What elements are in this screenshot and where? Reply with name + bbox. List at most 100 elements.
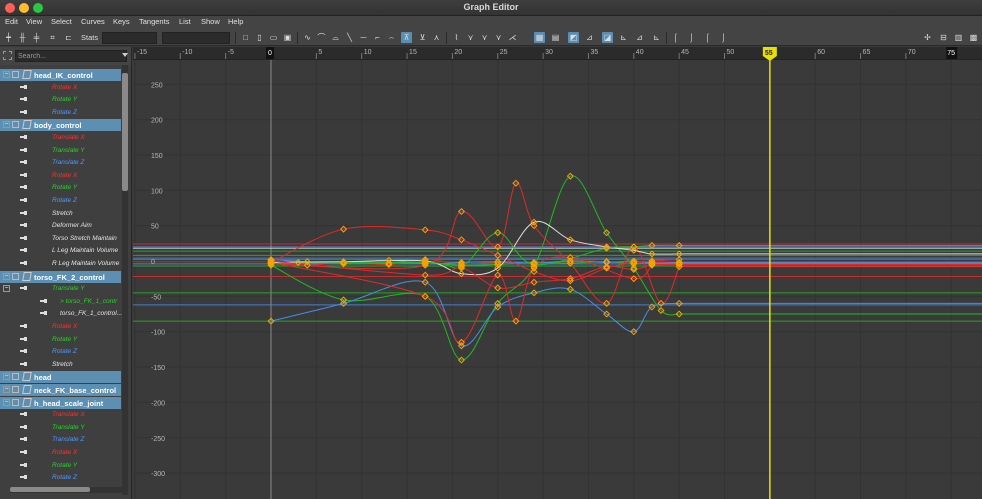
outliner-attribute-row[interactable]: Stretch [0,359,121,371]
linear-infinity-icon[interactable]: ⌡ [686,32,697,43]
stats-field-value[interactable] [162,32,230,44]
move-view-icon[interactable]: ✢ [922,32,933,43]
normalize-curves-icon[interactable]: ⋎ [493,32,504,43]
denormalize-curves-icon[interactable]: ⋌ [507,32,518,43]
outliner-node-row[interactable]: − h_head_scale_joint [0,396,121,409]
constant-infinity-icon[interactable]: ⌠ [670,32,681,43]
menu-help[interactable]: Help [228,17,243,26]
filter-icon[interactable] [3,51,12,60]
frame-selection-icon[interactable]: ▯ [254,32,265,43]
step-tangent-icon[interactable]: ⌐ [372,32,383,43]
outliner-attribute-row[interactable]: Stretch [0,208,121,220]
chevron-down-icon[interactable] [122,53,128,57]
outliner-node-row[interactable]: − head [0,371,121,384]
region-tool-icon[interactable]: ⌗ [47,32,58,43]
menu-tangents[interactable]: Tangents [139,17,169,26]
free-tangent-weight-icon[interactable]: ⋏ [431,32,442,43]
outliner-attribute-row[interactable]: − Translate Y [0,283,121,295]
outliner-attribute-row[interactable]: Translate Y [0,422,121,434]
menu-select[interactable]: Select [51,17,72,26]
auto-tangent-icon[interactable]: ∿ [302,32,313,43]
outliner-node-row[interactable]: − neck_FK_base_control [0,384,121,396]
outliner-attribute-row[interactable]: > torso_FK_1_contr [0,296,121,308]
collapse-toggle-icon[interactable]: − [3,386,10,393]
visibility-toggle-icon[interactable] [12,121,19,129]
spline-tangent-icon[interactable]: ⌒ [316,32,327,43]
visibility-toggle-icon[interactable] [12,398,19,406]
clamped-tangent-icon[interactable]: ⌓ [330,32,341,43]
unify-tangents-icon[interactable]: ⊻ [417,32,428,43]
outliner-attribute-row[interactable]: Deformer Aim [0,220,121,232]
visibility-toggle-icon[interactable] [12,71,19,78]
collapse-toggle-icon[interactable]: − [3,121,10,129]
outliner-attribute-row[interactable]: Rotate Z [0,195,121,207]
break-tangents-icon[interactable]: ⊼ [401,32,412,43]
visibility-toggle-icon[interactable] [12,272,19,280]
menu-edit[interactable]: Edit [5,17,18,26]
outliner-attribute-row[interactable]: Translate X [0,409,121,421]
value-snap-icon[interactable]: ⋎ [479,32,490,43]
collapse-toggle-icon[interactable]: − [3,373,10,381]
show-infinity-icon[interactable]: ◩ [568,32,579,43]
oscillate-infinity-icon[interactable]: ⌡ [718,32,729,43]
flat-tangent-icon[interactable]: ─ [358,32,369,43]
curve-offset-icon[interactable]: ⊾ [618,32,629,43]
graph-view[interactable]: 250 200 150 100 50 0 -50 -100 -150 -200 -250 -300 -1… [133,47,982,499]
curve-graph-canvas[interactable]: 250200150100500-50-100-150-200-250-300-1… [133,47,982,499]
plateau-tangent-icon[interactable]: ⌢ [386,32,397,43]
linear-tangent-icon[interactable]: ╲ [344,32,355,43]
pre-infinity-cycle-icon[interactable]: ⊿ [584,32,595,43]
collapse-toggle-icon[interactable]: − [3,398,10,406]
visibility-toggle-icon[interactable] [12,373,19,381]
outliner-node-row[interactable]: − torso_FK_2_control [0,270,121,283]
collapse-toggle-icon[interactable]: − [3,71,10,78]
channel-box-icon[interactable]: ▥ [953,32,964,43]
outliner-node-row[interactable]: − body_control [0,119,121,132]
outliner-attribute-row[interactable]: Translate Y [0,145,121,157]
menu-view[interactable]: View [26,17,42,26]
move-key-tool-icon[interactable]: ┿ [3,32,14,43]
outliner-attribute-row[interactable]: Translate Z [0,157,121,169]
menu-list[interactable]: List [179,17,191,26]
lock-tangent-weight-icon[interactable]: ⌇ [451,32,462,43]
insert-key-tool-icon[interactable]: ╫ [17,32,28,43]
outliner-attribute-row[interactable]: Rotate X [0,82,121,94]
post-infinity-cycle-icon[interactable]: ◪ [602,32,613,43]
stacked-curves-icon[interactable]: ▦ [534,32,545,43]
collapse-toggle-icon[interactable]: − [3,285,10,293]
outliner-attribute-row[interactable]: Rotate Y [0,94,121,106]
cycle-with-offset-icon[interactable]: ⊿ [634,32,645,43]
outliner-attribute-row[interactable]: Rotate Z [0,472,121,484]
outliner-attribute-row[interactable]: Rotate Y [0,334,121,346]
center-current-time-icon[interactable]: ▣ [282,32,293,43]
frame-playback-icon[interactable]: ▭ [268,32,279,43]
outliner-attribute-row[interactable]: R Leg Maintain Volume [0,258,121,270]
outliner-scroll-thumb[interactable] [122,73,128,191]
lattice-deform-icon[interactable]: ╪ [31,32,42,43]
menu-curves[interactable]: Curves [81,17,105,26]
frame-all-icon[interactable]: □ [240,32,251,43]
stats-field-frame[interactable] [102,32,157,44]
collapse-toggle-icon[interactable]: − [3,272,10,280]
retime-tool-icon[interactable]: ⊏ [63,32,74,43]
panel-layout-icon[interactable]: ▩ [968,32,979,43]
outliner-attribute-row[interactable]: Rotate Z [0,346,121,358]
outliner-attribute-row[interactable]: Translate X [0,132,121,144]
outliner-attribute-row[interactable]: Rotate Y [0,460,121,472]
outliner-node-row[interactable]: − head_IK_control [0,69,121,81]
outliner-attribute-row[interactable]: Rotate X [0,321,121,333]
key-stats-icon[interactable]: ⊟ [938,32,949,43]
outliner-attribute-row[interactable]: Rotate Y [0,182,121,194]
outliner-attribute-row[interactable]: Torso Stretch Maintain [0,233,121,245]
time-ruler[interactable] [133,47,982,59]
outliner-search-input[interactable] [15,50,127,62]
menu-show[interactable]: Show [201,17,220,26]
outliner-attribute-row[interactable]: Translate Z [0,434,121,446]
visibility-toggle-icon[interactable] [12,386,19,393]
oscillate-icon[interactable]: ⊾ [651,32,662,43]
menu-keys[interactable]: Keys [113,17,130,26]
cycle-infinity-icon[interactable]: ⌠ [702,32,713,43]
outliner-attribute-row[interactable]: Rotate Z [0,107,121,119]
buffer-curve-icon[interactable]: ▤ [550,32,561,43]
outliner-attribute-row[interactable]: L Leg Maintain Volume [0,245,121,257]
